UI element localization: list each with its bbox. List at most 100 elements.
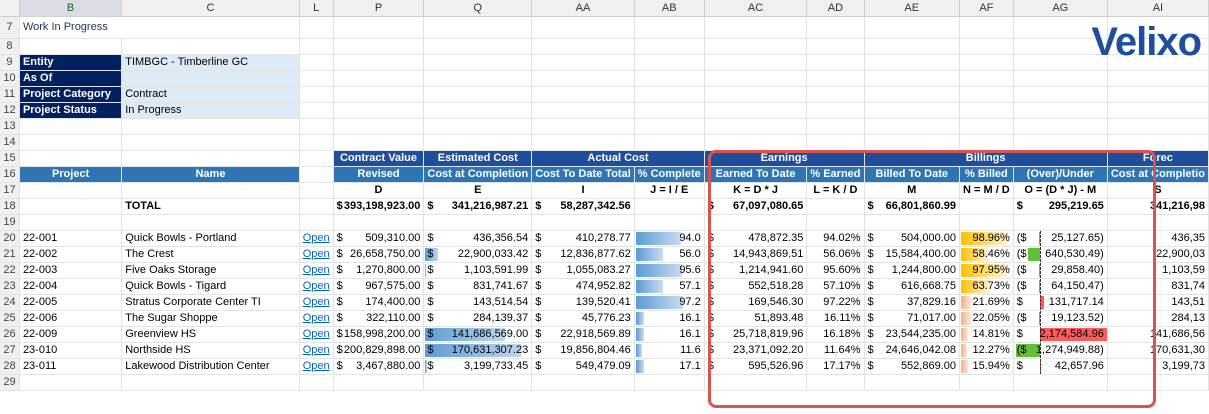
forecast-cost-cell[interactable]: 22,900,03 [1107,246,1209,263]
empty-cell[interactable] [333,70,425,87]
billed-cell[interactable]: $24,646,042.08 [864,342,961,359]
empty-cell[interactable] [959,214,1014,231]
project-id[interactable]: 22-004 [19,278,123,295]
empty-cell[interactable] [634,70,705,87]
project-id[interactable]: 22-003 [19,262,123,279]
empty-cell[interactable] [959,38,1014,55]
project-name[interactable]: Five Oaks Storage [121,262,300,279]
empty-cell[interactable] [864,16,961,39]
empty-cell[interactable] [864,374,961,391]
empty-cell[interactable] [531,214,635,231]
ctd-cell[interactable]: $549,479.09 [531,358,635,375]
project-id[interactable]: 23-011 [19,358,123,375]
empty-cell[interactable] [423,102,533,119]
empty-cell[interactable] [531,118,635,135]
over-under-cell[interactable]: ($ 19,123.52) [1013,310,1108,327]
empty-cell[interactable] [1107,70,1209,87]
column-header-ag[interactable]: AG [1013,0,1108,17]
ctd-cell[interactable]: $410,278.77 [531,230,635,247]
empty-cell[interactable] [806,214,865,231]
empty-cell[interactable] [299,214,334,231]
revised-cell[interactable]: $26,658,750.00 [333,246,425,263]
select-all-corner[interactable] [0,0,20,17]
column-header-ae[interactable]: AE [864,0,961,17]
project-id[interactable]: 23-010 [19,342,123,359]
empty-cell[interactable] [299,70,334,87]
empty-cell[interactable] [634,86,705,103]
empty-cell[interactable] [864,38,961,55]
revised-cell[interactable]: $322,110.00 [333,310,425,327]
open-link-cell[interactable]: Open [299,278,334,295]
ctd-cell[interactable]: $1,055,083.27 [531,262,635,279]
earned-cell[interactable]: $595,526.96 [704,358,808,375]
empty-cell[interactable] [864,214,961,231]
empty-cell[interactable] [121,38,300,55]
forecast-cost-cell[interactable]: 143,51 [1107,294,1209,311]
empty-cell[interactable] [959,70,1014,87]
project-name[interactable]: The Sugar Shoppe [121,310,300,327]
empty-cell[interactable] [333,134,425,151]
empty-cell[interactable] [423,134,533,151]
empty-cell[interactable] [1013,118,1108,135]
column-header-aa[interactable]: AA [531,0,635,17]
empty-cell[interactable] [423,86,533,103]
empty-cell[interactable] [634,102,705,119]
pct-billed-cell[interactable]: 97.95% [959,262,1014,279]
project-name[interactable]: Greenview HS [121,326,300,343]
project-name[interactable]: The Crest [121,246,300,263]
empty-cell[interactable] [121,134,300,151]
empty-cell[interactable] [704,38,808,55]
empty-cell[interactable] [959,86,1014,103]
cost-cell[interactable]: $141,686,569.00 [423,326,533,343]
column-header-b[interactable]: B [19,0,123,17]
empty-cell[interactable] [333,16,425,39]
column-header-ad[interactable]: AD [806,0,865,17]
pct-complete-cell[interactable]: 16.1 [634,310,705,327]
empty-cell[interactable] [299,118,334,135]
pct-earned-cell[interactable]: 95.60% [806,262,865,279]
project-id[interactable]: 22-006 [19,310,123,327]
empty-cell[interactable] [704,70,808,87]
empty-cell[interactable] [19,214,123,231]
open-link-cell[interactable]: Open [299,342,334,359]
pct-billed-cell[interactable]: 22.05% [959,310,1014,327]
project-id[interactable]: 22-009 [19,326,123,343]
column-header-p[interactable]: P [333,0,425,17]
revised-cell[interactable]: $158,998,200.00 [333,326,425,343]
ctd-cell[interactable]: $12,836,877.62 [531,246,635,263]
empty-cell[interactable] [423,16,533,39]
revised-cell[interactable]: $3,467,880.00 [333,358,425,375]
empty-cell[interactable] [531,86,635,103]
empty-cell[interactable] [531,374,635,391]
over-under-cell[interactable]: ($ 640,530.49) [1013,246,1108,263]
open-link[interactable]: Open [303,296,330,308]
empty-cell[interactable] [423,374,533,391]
empty-cell[interactable] [333,374,425,391]
empty-cell[interactable] [1013,214,1108,231]
empty-cell[interactable] [1107,102,1209,119]
empty-cell[interactable] [704,134,808,151]
project-id[interactable]: 22-005 [19,294,123,311]
ctd-cell[interactable]: $139,520.41 [531,294,635,311]
empty-cell[interactable] [704,374,808,391]
empty-cell[interactable] [423,70,533,87]
empty-cell[interactable] [299,38,334,55]
ctd-cell[interactable]: $22,918,569.89 [531,326,635,343]
empty-cell[interactable] [959,102,1014,119]
revised-cell[interactable]: $1,270,800.00 [333,262,425,279]
empty-cell[interactable] [704,86,808,103]
earned-cell[interactable]: $1,214,941.60 [704,262,808,279]
param-value[interactable]: In Progress [121,102,300,119]
project-id[interactable]: 22-002 [19,246,123,263]
forecast-cost-cell[interactable]: 141,686,56 [1107,326,1209,343]
empty-cell[interactable] [864,86,961,103]
param-value[interactable]: TIMBGC - Timberline GC [121,54,300,71]
billed-cell[interactable]: $552,869.00 [864,358,961,375]
empty-cell[interactable] [704,102,808,119]
open-link[interactable]: Open [303,264,330,276]
earned-cell[interactable]: $23,371,092.20 [704,342,808,359]
cost-cell[interactable]: $143,514.54 [423,294,533,311]
empty-cell[interactable] [19,118,123,135]
pct-earned-cell[interactable]: 16.18% [806,326,865,343]
empty-cell[interactable] [531,54,635,71]
